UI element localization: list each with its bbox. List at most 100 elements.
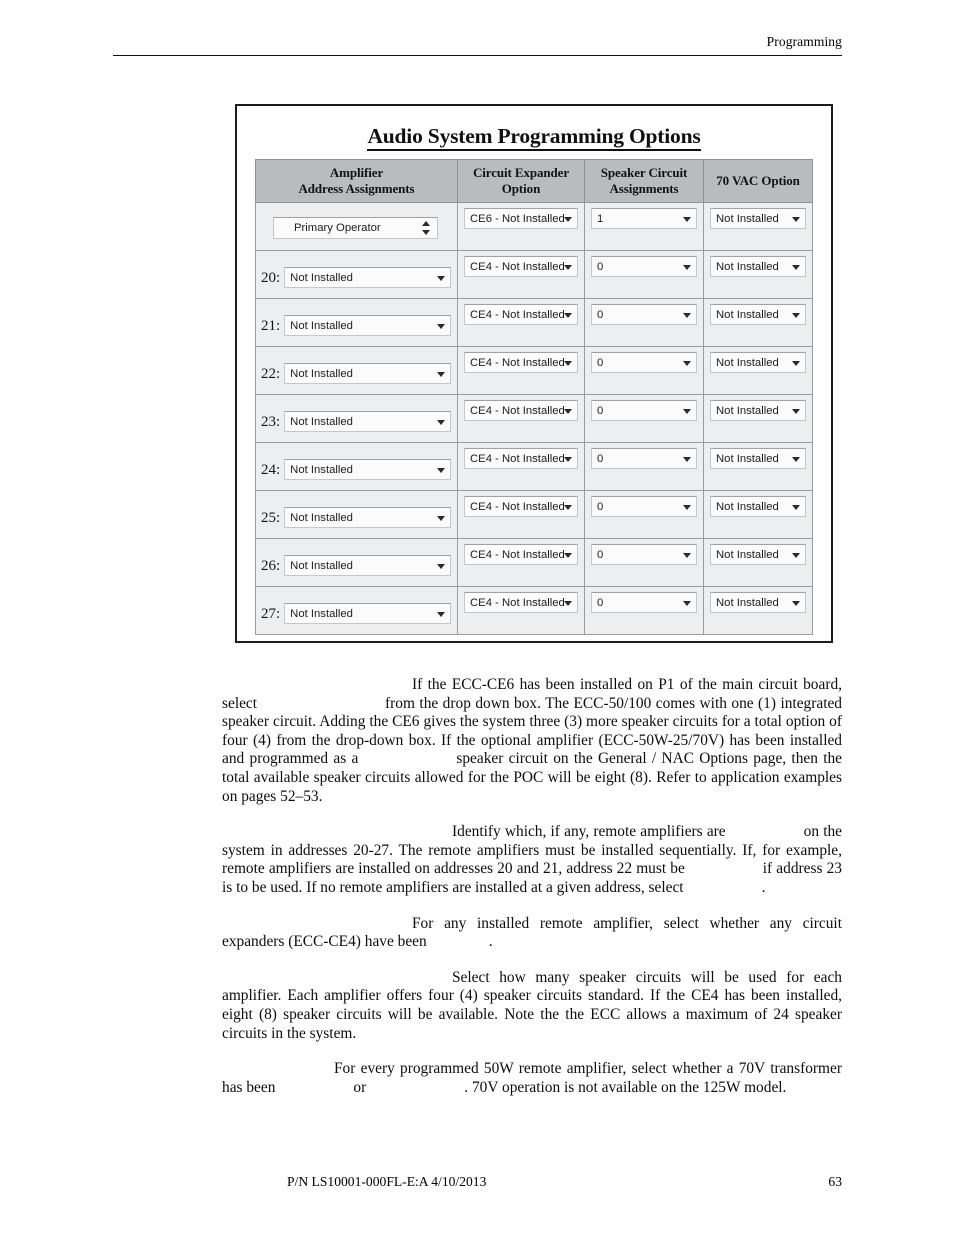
chevron-down-icon[interactable] (792, 360, 800, 366)
dropdown-wrapper: CE4 - Not Installed (458, 587, 584, 634)
chevron-down-icon[interactable] (683, 264, 691, 270)
chevron-down-icon[interactable] (437, 467, 445, 473)
chevron-down-icon[interactable] (437, 515, 445, 521)
chevron-down-icon[interactable] (683, 600, 691, 606)
chevron-down-icon[interactable] (683, 312, 691, 318)
chevron-down-icon[interactable] (437, 419, 445, 425)
chevron-down-icon[interactable] (564, 504, 572, 510)
chevron-down-icon[interactable] (564, 264, 572, 270)
page-footer: P/N LS10001-000FL-E:A 4/10/2013 63 (222, 1173, 842, 1190)
speaker-circuits-dropdown[interactable]: 1 (591, 208, 697, 229)
amplifier-address-dropdown[interactable]: Not Installed (284, 555, 451, 576)
dropdown-wrapper: 0 (585, 395, 703, 442)
speaker-circuits-dropdown[interactable]: 0 (591, 496, 697, 517)
circuit-expander-dropdown[interactable]: CE4 - Not Installed (464, 352, 578, 373)
chevron-down-icon[interactable] (683, 216, 691, 222)
vac-option-dropdown[interactable]: Not Installed (710, 304, 806, 325)
speaker-circuits-dropdown[interactable]: 0 (591, 448, 697, 469)
circuit-expander-dropdown[interactable]: CE4 - Not Installed (464, 400, 578, 421)
chevron-down-icon[interactable] (792, 504, 800, 510)
paragraph-5-text-c: . 70V operation is not available on the … (464, 1078, 787, 1096)
address-number-label: 26: (261, 557, 281, 574)
speaker-circuits-dropdown[interactable]: 0 (591, 592, 697, 613)
cell-speaker-circuit-assignments: 0 (584, 394, 704, 443)
chevron-down-icon[interactable] (564, 360, 572, 366)
chevron-down-icon[interactable] (564, 216, 572, 222)
chevron-down-icon[interactable] (564, 312, 572, 318)
column-header-speaker-circuit-assignments: Speaker Circuit Assignments (584, 159, 704, 203)
selected-value: 0 (597, 548, 604, 561)
chevron-down-icon[interactable] (683, 504, 691, 510)
chevron-down-icon[interactable] (564, 600, 572, 606)
primary-operator-spinner[interactable]: Primary Operator (273, 217, 438, 239)
chevron-down-icon[interactable] (683, 552, 691, 558)
dropdown-wrapper: Not Installed (704, 251, 812, 298)
amplifier-address-dropdown[interactable]: Not Installed (284, 363, 451, 384)
chevron-down-icon[interactable] (792, 312, 800, 318)
chevron-down-icon[interactable] (683, 456, 691, 462)
dropdown-wrapper: CE4 - Not Installed (458, 347, 584, 394)
speaker-circuits-dropdown[interactable]: 0 (591, 256, 697, 277)
selected-value: Not Installed (290, 319, 353, 332)
table-row: Primary Operator CE6 - Not Installed 1 Not … (255, 202, 813, 251)
chevron-down-icon[interactable] (437, 275, 445, 281)
amplifier-address-dropdown[interactable]: Not Installed (284, 411, 451, 432)
dropdown-wrapper: CE6 - Not Installed (458, 203, 584, 250)
circuit-expander-dropdown[interactable]: CE4 - Not Installed (464, 304, 578, 325)
chevron-down-icon[interactable] (792, 600, 800, 606)
vac-option-dropdown[interactable]: Not Installed (710, 544, 806, 565)
spinner-up-down-icon[interactable] (422, 220, 431, 236)
chevron-down-icon[interactable] (564, 552, 572, 558)
amplifier-address-dropdown[interactable]: Not Installed (284, 507, 451, 528)
cell-amplifier-address: 22: Not Installed (255, 346, 458, 395)
vac-option-dropdown[interactable]: Not Installed (710, 496, 806, 517)
circuit-expander-dropdown[interactable]: CE4 - Not Installed (464, 592, 578, 613)
amplifier-address-dropdown[interactable]: Not Installed (284, 315, 451, 336)
chevron-down-icon[interactable] (437, 611, 445, 617)
vac-option-dropdown[interactable]: Not Installed (710, 592, 806, 613)
dropdown-wrapper: CE4 - Not Installed (458, 299, 584, 346)
vac-option-dropdown[interactable]: Not Installed (710, 256, 806, 277)
chevron-down-icon[interactable] (564, 408, 572, 414)
selected-value: Primary Operator (294, 222, 381, 234)
circuit-expander-dropdown[interactable]: CE4 - Not Installed (464, 448, 578, 469)
speaker-circuits-dropdown[interactable]: 0 (591, 352, 697, 373)
circuit-expander-dropdown[interactable]: CE6 - Not Installed (464, 208, 578, 229)
vac-option-dropdown[interactable]: Not Installed (710, 448, 806, 469)
amplifier-address-dropdown[interactable]: Not Installed (284, 459, 451, 480)
chevron-down-icon[interactable] (792, 408, 800, 414)
vac-option-dropdown[interactable]: Not Installed (710, 208, 806, 229)
dropdown-wrapper: Not Installed (704, 491, 812, 538)
dropdown-wrapper: Not Installed (704, 443, 812, 490)
circuit-expander-dropdown[interactable]: CE4 - Not Installed (464, 544, 578, 565)
speaker-circuits-dropdown[interactable]: 0 (591, 304, 697, 325)
dropdown-wrapper: CE4 - Not Installed (458, 539, 584, 586)
address-number-label: 23: (261, 413, 281, 430)
vac-option-dropdown[interactable]: Not Installed (710, 352, 806, 373)
selected-value: CE4 - Not Installed (470, 356, 565, 369)
section-label: Programming (766, 34, 842, 49)
circuit-expander-dropdown[interactable]: CE4 - Not Installed (464, 496, 578, 517)
chevron-down-icon[interactable] (683, 360, 691, 366)
chevron-down-icon[interactable] (683, 408, 691, 414)
dropdown-wrapper: 0 (585, 299, 703, 346)
cell-speaker-circuit-assignments: 0 (584, 442, 704, 491)
speaker-circuits-dropdown[interactable]: 0 (591, 400, 697, 421)
amplifier-address-dropdown[interactable]: Not Installed (284, 267, 451, 288)
cell-amplifier-address: 24: Not Installed (255, 442, 458, 491)
dropdown-wrapper: 0 (585, 539, 703, 586)
chevron-down-icon[interactable] (437, 323, 445, 329)
chevron-down-icon[interactable] (564, 456, 572, 462)
chevron-down-icon[interactable] (792, 552, 800, 558)
chevron-down-icon[interactable] (792, 264, 800, 270)
chevron-down-icon[interactable] (792, 216, 800, 222)
speaker-circuits-dropdown[interactable]: 0 (591, 544, 697, 565)
circuit-expander-dropdown[interactable]: CE4 - Not Installed (464, 256, 578, 277)
amplifier-address-dropdown[interactable]: Not Installed (284, 603, 451, 624)
chevron-down-icon[interactable] (437, 371, 445, 377)
cell-amplifier-address: 21: Not Installed (255, 298, 458, 347)
selected-value: 0 (597, 596, 604, 609)
chevron-down-icon[interactable] (437, 563, 445, 569)
chevron-down-icon[interactable] (792, 456, 800, 462)
vac-option-dropdown[interactable]: Not Installed (710, 400, 806, 421)
